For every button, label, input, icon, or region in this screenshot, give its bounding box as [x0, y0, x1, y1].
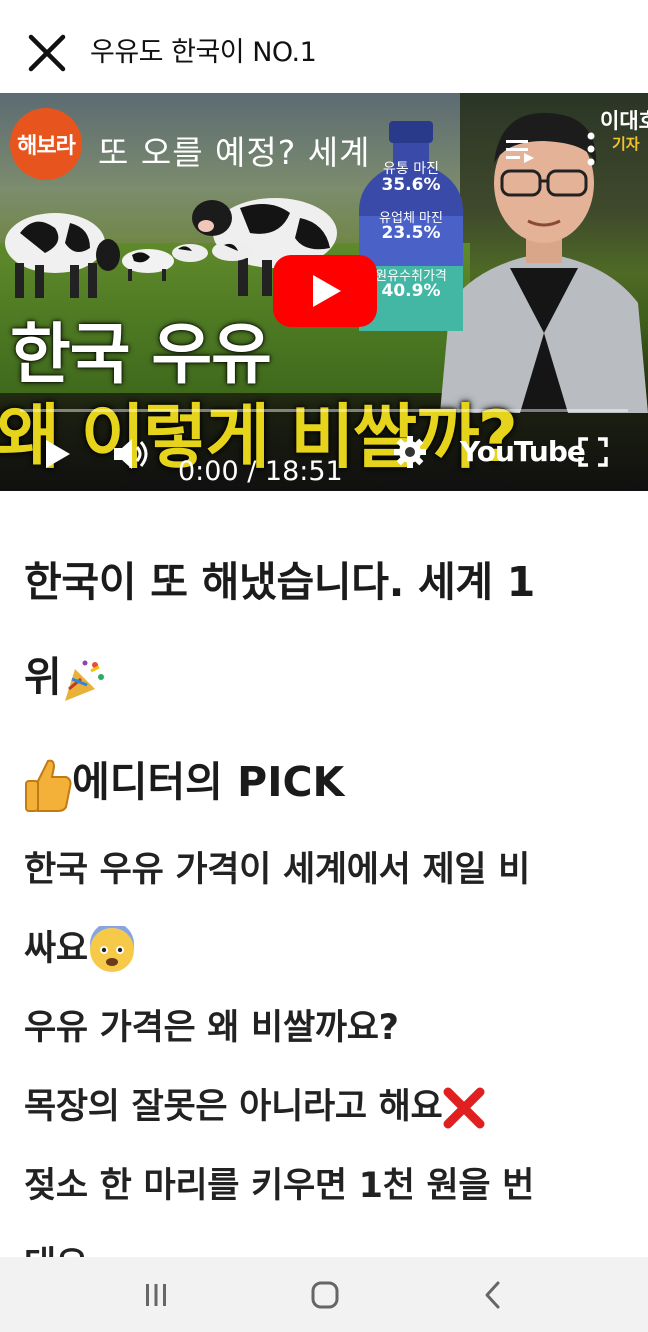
- corner-label: 이대호: [600, 109, 648, 133]
- bottle-value: 23.5%: [381, 223, 441, 243]
- party-popper-icon: [65, 660, 105, 701]
- play-icon[interactable]: [42, 438, 72, 470]
- play-button[interactable]: [273, 255, 377, 327]
- bottle-value: 35.6%: [381, 175, 441, 195]
- video-player[interactable]: 유통 마진 35.6% 유업체 마진 23.5% 원유수취가격 40.9% 해보…: [0, 93, 648, 491]
- article-paragraph: 한국 우유 가격이 세계에서 제일 비 싸요: [24, 831, 634, 989]
- article-body: 한국이 또 해냈습니다. 세계 1 위 에디터의 PICK 한국 우유 가격이 …: [24, 535, 634, 1305]
- top-bar: 우유도 한국이 NO.1: [0, 0, 648, 93]
- thumbs-up-icon: [25, 759, 72, 812]
- page-title: 우유도 한국이 NO.1: [90, 37, 317, 68]
- video-time: 0:00 / 18:51: [178, 456, 343, 487]
- video-title[interactable]: 또 오를 예정? 세계: [98, 126, 371, 174]
- fullscreen-icon[interactable]: [578, 437, 608, 467]
- paragraph-text: 싸요: [24, 929, 88, 969]
- anxious-face-icon: [89, 926, 134, 972]
- youtube-logo[interactable]: YouTube: [460, 435, 586, 468]
- article-title-line: 위: [24, 653, 62, 701]
- progress-bar[interactable]: [20, 409, 628, 412]
- cow-image: [5, 213, 120, 298]
- back-icon[interactable]: [474, 1277, 514, 1313]
- close-button[interactable]: [24, 30, 70, 76]
- article-paragraph: 우유 가격은 왜 비쌀까요?: [24, 1008, 399, 1048]
- article-title-line: 한국이 또 해냈습니다. 세계 1: [24, 558, 536, 606]
- volume-icon[interactable]: [112, 437, 152, 471]
- corner-sub-label: 기자: [612, 135, 640, 153]
- home-icon[interactable]: [305, 1277, 345, 1313]
- recent-apps-icon[interactable]: [136, 1277, 176, 1313]
- channel-logo[interactable]: 해보라: [10, 108, 82, 180]
- paragraph-text: 목장의 잘못은 아니라고 해요: [24, 1087, 443, 1127]
- paragraph-text: 젖소 한 마리를 키우면 1천 원을 번: [24, 1166, 535, 1206]
- article-paragraph: 목장의 잘못은 아니라고 해요: [24, 1068, 634, 1147]
- article-title: 한국이 또 해냈습니다. 세계 1 위: [24, 535, 634, 725]
- editor-pick-label: 에디터의 PICK: [72, 758, 345, 806]
- cow-image: [172, 241, 252, 262]
- system-navigation-bar: [0, 1257, 648, 1332]
- editor-pick-heading: 에디터의 PICK: [24, 742, 634, 822]
- more-options-icon[interactable]: [584, 131, 598, 167]
- playlist-icon[interactable]: [506, 137, 536, 163]
- paragraph-text: 한국 우유 가격이 세계에서 제일 비: [24, 850, 531, 890]
- close-icon: [28, 34, 66, 72]
- settings-gear-icon[interactable]: [393, 435, 427, 469]
- cross-mark-icon: [443, 1087, 485, 1129]
